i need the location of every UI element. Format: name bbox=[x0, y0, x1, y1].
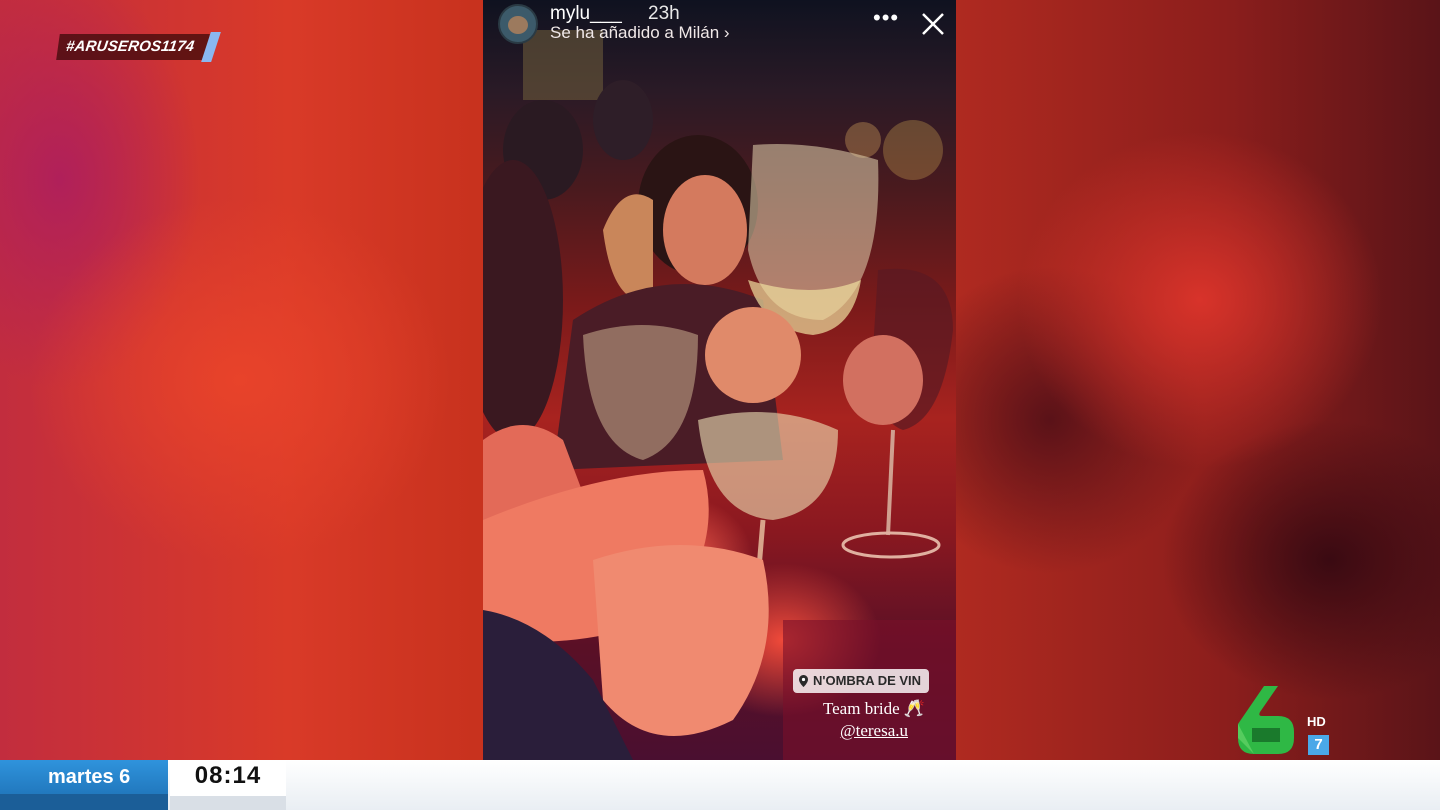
ticker-day-strip bbox=[0, 794, 168, 810]
story-header: mylu___ 23h Se ha añadido a Milán › ••• bbox=[483, 0, 956, 60]
mention-link[interactable]: @teresa.u bbox=[799, 720, 949, 742]
ticker-time-text: 08:14 bbox=[194, 762, 262, 789]
location-text: N'OMBRA DE VIN bbox=[813, 673, 922, 688]
close-icon[interactable] bbox=[919, 10, 947, 38]
story-time: 23h bbox=[648, 3, 680, 24]
show-hashtag: #ARUSEROS1174 bbox=[56, 34, 211, 60]
seven-badge: 7 bbox=[1308, 735, 1329, 755]
story-subtitle: Se ha añadido a Milán bbox=[550, 23, 720, 42]
more-dots-icon[interactable]: ••• bbox=[873, 7, 899, 29]
location-pin-icon bbox=[799, 675, 808, 687]
hashtag-text: #ARUSEROS1174 bbox=[64, 38, 196, 55]
hd-label: HD bbox=[1307, 714, 1326, 729]
caption-text: Team bride 🥂 bbox=[822, 699, 926, 718]
story-caption: Team bride 🥂 @teresa.u bbox=[799, 698, 949, 742]
chevron-right-icon: › bbox=[723, 23, 730, 42]
ticker-clock: 08:14 bbox=[170, 760, 286, 810]
story-added-to-link[interactable]: Se ha añadido a Milán › bbox=[550, 23, 730, 43]
la-sexta-logo-icon bbox=[1238, 686, 1294, 754]
location-sticker[interactable]: N'OMBRA DE VIN bbox=[793, 669, 930, 693]
story-photo bbox=[483, 30, 956, 760]
ticker-day-text: martes 6 bbox=[48, 766, 131, 788]
story-username[interactable]: mylu___ bbox=[550, 3, 622, 25]
instagram-story: mylu___ 23h Se ha añadido a Milán › ••• … bbox=[483, 0, 956, 760]
avatar[interactable] bbox=[498, 4, 538, 44]
